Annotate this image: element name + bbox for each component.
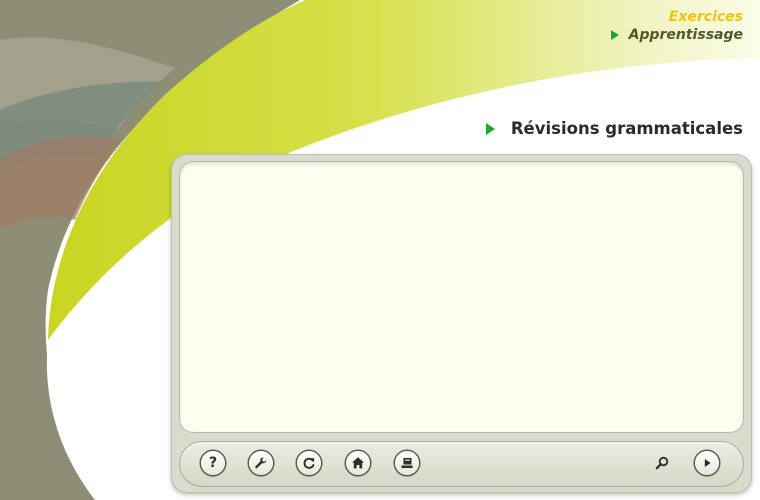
- breadcrumb: Exercices Apprentissage: [610, 8, 743, 44]
- wrench-icon: [255, 457, 267, 469]
- question-icon: ?: [208, 455, 218, 471]
- bullet-triangle-icon: [610, 30, 619, 40]
- bottom-toolbar: ?: [179, 441, 744, 487]
- reload-icon: [303, 457, 315, 469]
- section-title: Révisions grammaticales: [510, 119, 743, 138]
- home-icon: [352, 457, 364, 469]
- next-button[interactable]: [695, 451, 719, 475]
- breadcrumb-exercices[interactable]: Exercices: [611, 8, 743, 26]
- home-button[interactable]: [346, 451, 370, 475]
- exit-icon: [401, 458, 413, 468]
- play-icon: [704, 459, 711, 467]
- section-heading: Révisions grammaticales: [485, 119, 743, 138]
- magnifier-icon: [655, 456, 669, 470]
- content-area: [179, 161, 744, 433]
- help-button[interactable]: ?: [201, 451, 225, 475]
- breadcrumb-apprentissage-row: Apprentissage: [610, 26, 743, 44]
- search-button[interactable]: [650, 451, 674, 475]
- settings-button[interactable]: [249, 451, 273, 475]
- bullet-triangle-icon: [485, 122, 495, 135]
- refresh-button[interactable]: [297, 451, 321, 475]
- exit-button[interactable]: [395, 451, 419, 475]
- breadcrumb-apprentissage[interactable]: Apprentissage: [629, 26, 743, 44]
